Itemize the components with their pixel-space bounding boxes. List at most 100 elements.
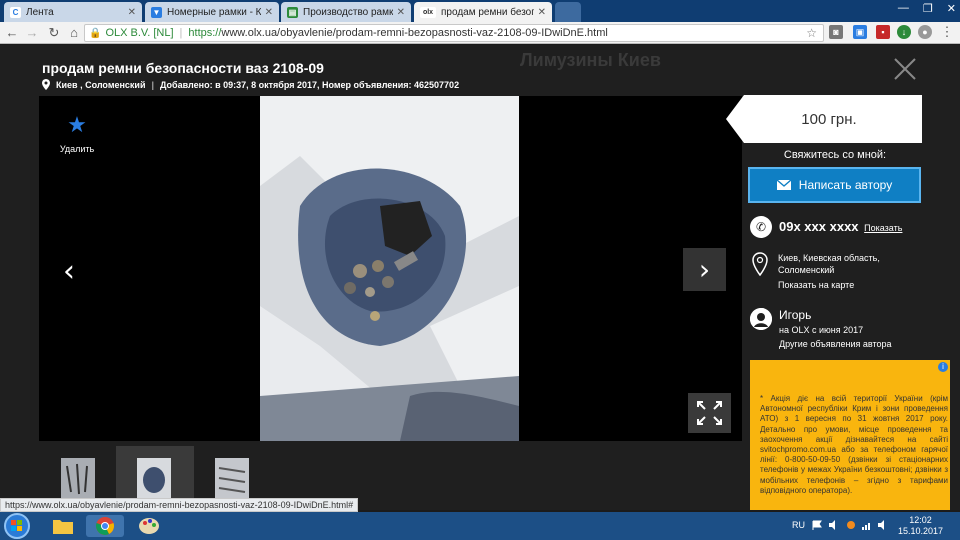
windows-logo-icon bbox=[11, 520, 22, 531]
home-icon[interactable]: ⌂ bbox=[66, 25, 82, 40]
lenta-icon: C bbox=[10, 6, 21, 18]
tab-production[interactable]: ▤ Производство рамки п ✕ bbox=[281, 2, 411, 22]
ad-meta: Киев , Соломенский | Добавлено: в 09:37,… bbox=[42, 79, 459, 90]
paint-taskbar-icon[interactable] bbox=[130, 515, 168, 537]
ad-photo bbox=[260, 96, 519, 441]
forward-icon[interactable]: → bbox=[24, 25, 40, 40]
speaker-icon bbox=[829, 520, 835, 530]
tab-label: Производство рамки п bbox=[303, 6, 393, 18]
extension-icon[interactable]: ● bbox=[918, 25, 932, 39]
user-name: Игорь bbox=[779, 308, 812, 322]
download-extension-icon[interactable]: ↓ bbox=[897, 25, 911, 39]
lock-icon: 🔒 bbox=[89, 27, 102, 39]
user-silhouette-icon bbox=[750, 308, 772, 330]
tool-tray-icon[interactable] bbox=[846, 520, 856, 530]
photo-image bbox=[260, 96, 519, 441]
user-since: на OLX с июня 2017 bbox=[779, 325, 864, 335]
flag-tray-icon[interactable] bbox=[812, 520, 822, 530]
close-tab-icon[interactable]: ✕ bbox=[128, 7, 136, 18]
show-on-map-link[interactable]: Показать на карте bbox=[778, 280, 854, 290]
write-author-button[interactable]: Написать автору bbox=[748, 167, 921, 203]
url-text: www.olx.ua/obyavlenie/prodam-remni-bezop… bbox=[221, 27, 608, 39]
phone-number: 09x xxx xxxx Показать bbox=[779, 219, 902, 234]
tab-olx-active[interactable]: olx продам ремни безопас ✕ bbox=[414, 2, 552, 22]
favorite-label: Удалить bbox=[59, 144, 95, 154]
ad-posted-info: Добавлено: в 09:37, 8 октября 2017, Номе… bbox=[160, 79, 460, 90]
user-row: Игорь на OLX с июня 2017 Другие объявлен… bbox=[750, 308, 930, 352]
start-button[interactable] bbox=[4, 513, 30, 539]
thumbnail[interactable] bbox=[61, 458, 95, 500]
speaker-tray-icon[interactable] bbox=[829, 520, 839, 530]
location-row: Киев, Киевская область, Соломенский Пока… bbox=[750, 252, 930, 292]
star-icon: ★ bbox=[67, 112, 87, 137]
location-pin-icon bbox=[42, 79, 50, 90]
folder-icon bbox=[53, 520, 73, 534]
volume-icon bbox=[878, 520, 884, 530]
tab-label: Лента bbox=[26, 6, 54, 18]
clock-time: 12:02 bbox=[909, 515, 932, 525]
next-photo-button[interactable]: › bbox=[683, 248, 726, 291]
olx-icon: olx bbox=[420, 6, 436, 18]
promo-text: * Акція діє на всій території України (к… bbox=[760, 394, 948, 495]
tab-klub[interactable]: ▼ Номерные рамки - Клу ✕ bbox=[145, 2, 279, 22]
paint-palette-icon bbox=[139, 518, 159, 534]
windows-taskbar: RU 12:02 15.10.2017 bbox=[0, 512, 960, 540]
camera-extension-icon[interactable]: ◙ bbox=[829, 25, 843, 39]
clock-date: 15.10.2017 bbox=[898, 526, 944, 536]
chrome-taskbar-icon[interactable] bbox=[86, 515, 124, 537]
thumbnail-image bbox=[215, 458, 249, 500]
volume-tray-icon[interactable] bbox=[878, 520, 888, 530]
thumbnail[interactable] bbox=[137, 458, 171, 500]
contact-label: Свяжитесь со мной: bbox=[783, 149, 887, 161]
phone-icon: ✆ bbox=[750, 216, 772, 238]
new-tab-button[interactable] bbox=[555, 2, 581, 22]
status-url-bubble: https://www.olx.ua/obyavlenie/prodam-rem… bbox=[0, 498, 359, 512]
maximize-icon[interactable]: ❐ bbox=[923, 2, 933, 15]
tab-label: продам ремни безопас bbox=[441, 6, 534, 18]
reload-icon[interactable]: ↻ bbox=[46, 25, 62, 41]
thumbnail-image bbox=[61, 458, 95, 500]
address-bar[interactable]: 🔒 OLX B.V. [NL] | https:// www.olx.ua/ob… bbox=[84, 24, 824, 42]
other-ads-link[interactable]: Другие объявления автора bbox=[779, 339, 892, 349]
previous-photo-button[interactable]: ‹ bbox=[63, 254, 75, 289]
tool-icon bbox=[847, 521, 855, 529]
network-tray-icon[interactable] bbox=[862, 520, 872, 530]
gallery-overlay: Лимузины Киев продам ремни безопасности … bbox=[0, 45, 960, 510]
bookmark-star-icon[interactable]: ☆ bbox=[806, 26, 817, 40]
show-phone-link[interactable]: Показать bbox=[864, 223, 902, 233]
language-indicator[interactable]: RU bbox=[792, 520, 805, 530]
phone-masked: 09x xxx xxxx bbox=[779, 219, 859, 234]
tab-label: Номерные рамки - Клу bbox=[167, 6, 261, 18]
photo-viewer: ★ Удалить ‹ › bbox=[39, 96, 742, 441]
url-scheme: https:// bbox=[188, 27, 222, 39]
close-tab-icon[interactable]: ✕ bbox=[538, 7, 546, 18]
window-close-icon[interactable]: ✕ bbox=[947, 2, 956, 15]
url-divider: | bbox=[179, 27, 183, 39]
system-clock[interactable]: 12:02 15.10.2017 bbox=[898, 515, 943, 537]
minimize-icon[interactable]: — bbox=[898, 2, 909, 15]
promo-banner[interactable]: i * Акція діє на всій території України … bbox=[750, 360, 950, 510]
close-tab-icon[interactable]: ✕ bbox=[397, 7, 405, 18]
doc-icon: ▤ bbox=[287, 6, 298, 18]
site-identity[interactable]: OLX B.V. [NL] bbox=[105, 27, 173, 39]
translate-extension-icon[interactable]: ▣ bbox=[853, 25, 867, 39]
adblock-extension-icon[interactable]: ▪ bbox=[876, 25, 890, 39]
phone-row: ✆ 09x xxx xxxx Показать bbox=[750, 216, 930, 240]
window-controls: — ❐ ✕ bbox=[898, 2, 956, 15]
map-pin-icon bbox=[752, 252, 768, 276]
back-icon[interactable]: ← bbox=[4, 25, 20, 40]
close-tab-icon[interactable]: ✕ bbox=[265, 7, 273, 18]
meta-separator: | bbox=[151, 79, 155, 90]
ad-location: Киев , Соломенский bbox=[56, 79, 146, 90]
close-gallery-icon[interactable] bbox=[893, 57, 917, 81]
price-value: 100 грн. bbox=[801, 110, 857, 128]
ad-info-icon[interactable]: i bbox=[938, 362, 948, 372]
thumbnail[interactable] bbox=[215, 458, 249, 500]
ad-title: продам ремни безопасности ваз 2108-09 bbox=[42, 60, 324, 76]
explorer-taskbar-icon[interactable] bbox=[44, 515, 82, 537]
menu-icon[interactable]: ⋮ bbox=[940, 24, 954, 39]
fullscreen-button[interactable] bbox=[688, 393, 731, 433]
favorite-toggle[interactable]: ★ Удалить bbox=[59, 112, 95, 155]
thumbnail-image bbox=[137, 458, 171, 500]
tab-lenta[interactable]: C Лента ✕ bbox=[4, 2, 142, 22]
